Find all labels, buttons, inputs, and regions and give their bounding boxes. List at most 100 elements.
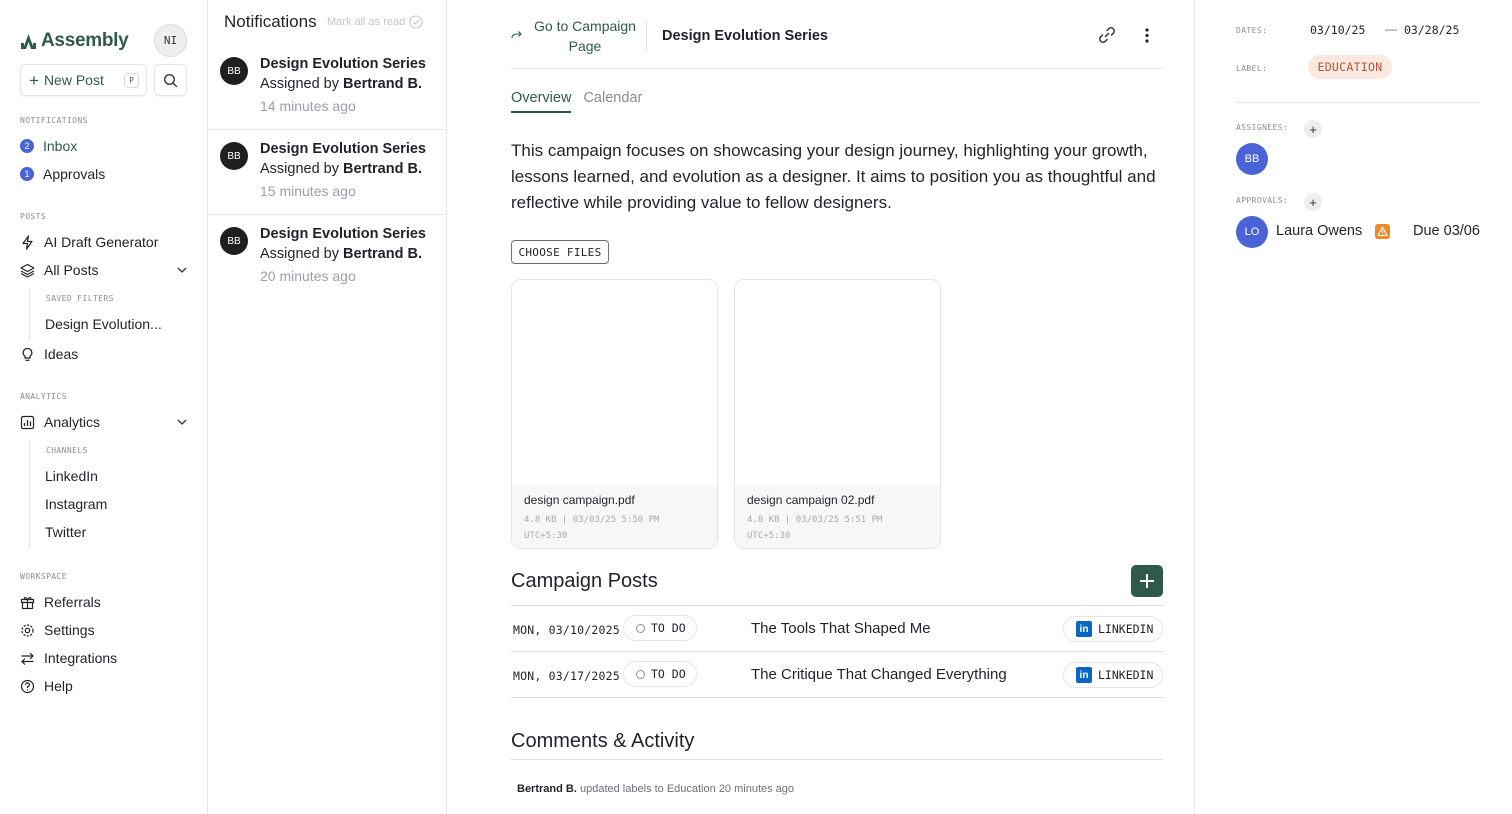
post-title: The Critique That Changed Everything bbox=[751, 666, 1007, 683]
saved-filters-label: SAVED FILTERS bbox=[46, 294, 114, 303]
divider bbox=[1236, 102, 1480, 103]
search-button[interactable] bbox=[154, 64, 187, 96]
campaign-title: Design Evolution Series bbox=[662, 28, 828, 44]
new-post-label: New Post bbox=[43, 72, 104, 88]
file-card[interactable]: design campaign 02.pdf 4.8 KB | 03/03/25… bbox=[734, 279, 941, 549]
notifications-title: Notifications bbox=[224, 12, 317, 31]
more-options-icon[interactable] bbox=[1139, 25, 1155, 45]
post-date: MON, 03/17/2025 bbox=[513, 669, 620, 683]
file-details: 4.8 KB | 03/03/25 5:50 PM UTC+5:30 bbox=[524, 515, 660, 541]
sidebar-item-label: Ideas bbox=[44, 346, 79, 362]
campaign-main: Go to Campaign Page Design Evolution Ser… bbox=[447, 0, 1195, 814]
approver-name: Laura Owens bbox=[1276, 223, 1363, 239]
header-divider bbox=[646, 20, 647, 52]
avatar: BB bbox=[220, 57, 248, 85]
sidebar: Assembly NI + New Post P NOTIFICATIONS 2… bbox=[0, 0, 208, 814]
tab-overview[interactable]: Overview bbox=[511, 90, 572, 113]
activity-user[interactable]: Bertrand B. bbox=[517, 783, 577, 795]
sidebar-item-integrations[interactable]: Integrations bbox=[20, 646, 190, 670]
campaign-tabs: Overview Calendar bbox=[511, 90, 642, 113]
channel-item-twitter[interactable]: Twitter bbox=[45, 524, 86, 540]
post-title: The Tools That Shaped Me bbox=[751, 620, 931, 637]
channels-label: CHANNELS bbox=[46, 446, 88, 455]
sidebar-item-approvals[interactable]: 1 Approvals bbox=[20, 162, 190, 186]
sidebar-item-ai-draft[interactable]: AI Draft Generator bbox=[20, 230, 190, 254]
sidebar-item-referrals[interactable]: Referrals bbox=[20, 590, 190, 614]
sidebar-item-label: Analytics bbox=[44, 414, 101, 430]
dates-label: DATES: bbox=[1236, 26, 1268, 35]
status-circle-icon bbox=[636, 669, 645, 679]
file-card[interactable]: design campaign.pdf 4.8 KB | 03/03/25 5:… bbox=[511, 279, 718, 549]
sidebar-item-settings[interactable]: Settings bbox=[20, 618, 190, 642]
notification-item[interactable]: BB Design Evolution Series Assigned by B… bbox=[208, 130, 447, 215]
check-circle-icon bbox=[409, 15, 423, 29]
go-to-campaign-label: Go to Campaign Page bbox=[534, 18, 636, 54]
channel-item-instagram[interactable]: Instagram bbox=[45, 496, 107, 512]
section-label-workspace: WORKSPACE bbox=[20, 572, 67, 581]
label-badge[interactable]: EDUCATION bbox=[1308, 55, 1392, 79]
file-meta: design campaign.pdf 4.8 KB | 03/03/25 5:… bbox=[512, 485, 717, 548]
file-preview bbox=[735, 280, 940, 485]
sidebar-item-label: Referrals bbox=[44, 594, 101, 610]
approval-due-date: Due 03/06 bbox=[1413, 223, 1480, 239]
add-post-button[interactable] bbox=[1131, 565, 1163, 597]
lightbulb-icon bbox=[20, 347, 35, 362]
notification-title: Design Evolution Series bbox=[260, 226, 426, 242]
add-approver-button[interactable]: + bbox=[1304, 193, 1322, 211]
sidebar-item-label: Settings bbox=[44, 622, 95, 638]
sidebar-item-label: AI Draft Generator bbox=[44, 234, 159, 250]
campaign-posts-title: Campaign Posts bbox=[511, 570, 658, 592]
avatar: BB bbox=[220, 142, 248, 170]
lightning-icon bbox=[20, 234, 35, 250]
gift-icon bbox=[20, 595, 35, 610]
label-label: LABEL: bbox=[1236, 64, 1268, 73]
saved-filter-item[interactable]: Design Evolution... bbox=[45, 316, 162, 332]
copy-link-icon[interactable] bbox=[1097, 25, 1117, 45]
approvals-label: APPROVALS: bbox=[1236, 196, 1289, 205]
avatar[interactable]: LO bbox=[1236, 216, 1268, 248]
campaign-description: This campaign focuses on showcasing your… bbox=[511, 141, 1156, 212]
chevron-down-icon[interactable] bbox=[176, 416, 188, 428]
sidebar-item-label: All Posts bbox=[44, 262, 99, 278]
go-to-campaign-page-link[interactable]: Go to Campaign Page bbox=[511, 16, 641, 56]
mark-all-read-label: Mark all as read bbox=[327, 16, 406, 28]
channel-item-linkedin[interactable]: LinkedIn bbox=[45, 468, 98, 484]
table-row[interactable]: MON, 03/17/2025 TO DO The Critique That … bbox=[511, 652, 1163, 698]
channel-badge[interactable]: in LINKEDIN bbox=[1063, 662, 1163, 688]
notification-time: 15 minutes ago bbox=[260, 183, 356, 199]
activity-text: updated labels to Education bbox=[579, 783, 716, 795]
sidebar-item-label: Approvals bbox=[43, 166, 106, 182]
sidebar-item-ideas[interactable]: Ideas bbox=[20, 342, 190, 366]
channels-group: CHANNELS LinkedIn Instagram Twitter bbox=[29, 440, 107, 548]
plus-icon: + bbox=[29, 70, 39, 90]
user-avatar[interactable]: NI bbox=[154, 24, 187, 57]
channel-badge[interactable]: in LINKEDIN bbox=[1063, 616, 1163, 642]
sidebar-item-label: Integrations bbox=[44, 650, 118, 666]
mark-all-read-button[interactable]: Mark all as read bbox=[327, 15, 423, 29]
sidebar-item-inbox[interactable]: 2 Inbox bbox=[20, 134, 190, 158]
chevron-down-icon[interactable] bbox=[176, 264, 188, 276]
sidebar-item-all-posts[interactable]: All Posts bbox=[20, 258, 190, 282]
brand-logo[interactable]: Assembly bbox=[20, 30, 129, 52]
status-badge[interactable]: TO DO bbox=[623, 661, 697, 687]
section-label-notifications: NOTIFICATIONS bbox=[20, 116, 88, 125]
choose-files-button[interactable]: CHOOSE FILES bbox=[511, 240, 609, 264]
sidebar-item-help[interactable]: Help bbox=[20, 674, 190, 698]
start-date[interactable]: 03/10/25 bbox=[1310, 23, 1365, 37]
file-name: design campaign 02.pdf bbox=[747, 493, 875, 507]
approvals-count-badge: 1 bbox=[20, 167, 34, 181]
brand-name: Assembly bbox=[41, 30, 129, 51]
status-badge[interactable]: TO DO bbox=[623, 615, 697, 641]
new-post-button[interactable]: + New Post P bbox=[20, 64, 147, 96]
file-meta: design campaign 02.pdf 4.8 KB | 03/03/25… bbox=[735, 485, 940, 548]
notification-item[interactable]: BB Design Evolution Series Assigned by B… bbox=[208, 45, 447, 130]
notification-subtitle: Assigned by Bertrand B. bbox=[260, 76, 422, 92]
avatar[interactable]: BB bbox=[1236, 143, 1268, 175]
add-assignee-button[interactable]: + bbox=[1304, 120, 1322, 138]
activity-item: Bertrand B. updated labels to Education … bbox=[517, 783, 794, 795]
table-row[interactable]: MON, 03/10/2025 TO DO The Tools That Sha… bbox=[511, 606, 1163, 652]
notification-item[interactable]: BB Design Evolution Series Assigned by B… bbox=[208, 215, 447, 300]
tab-calendar[interactable]: Calendar bbox=[583, 90, 642, 113]
end-date[interactable]: 03/28/25 bbox=[1404, 23, 1459, 37]
sidebar-item-analytics[interactable]: Analytics bbox=[20, 410, 190, 434]
